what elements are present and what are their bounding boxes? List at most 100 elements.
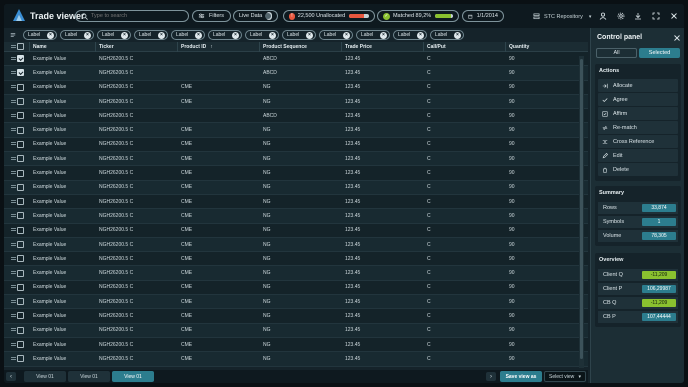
- row-drag-handle[interactable]: [4, 313, 16, 319]
- action-edit-button[interactable]: Edit: [598, 149, 678, 162]
- row-drag-handle[interactable]: [4, 141, 16, 147]
- search-input[interactable]: [91, 13, 181, 19]
- row-drag-handle[interactable]: [4, 213, 16, 219]
- table-row[interactable]: Example Value NGH26200.5 C ABCD 123.45 C 90: [4, 109, 588, 124]
- select-view-dropdown[interactable]: Select view ▾: [544, 371, 586, 382]
- table-row[interactable]: Example Value NGH26200.5 C CME NG 123.45 C 90: [4, 80, 588, 95]
- column-header-product-id[interactable]: Product ID ↑: [177, 42, 259, 52]
- row-checkbox[interactable]: [17, 341, 24, 349]
- tabs-next-button[interactable]: ›: [486, 372, 496, 381]
- filter-tag[interactable]: Label ×: [393, 30, 427, 40]
- row-checkbox[interactable]: [17, 212, 24, 220]
- row-drag-handle[interactable]: [4, 170, 16, 176]
- view-tab[interactable]: View 01: [24, 371, 66, 382]
- row-drag-handle[interactable]: [4, 84, 16, 90]
- row-drag-handle[interactable]: [4, 227, 16, 233]
- row-drag-handle[interactable]: [4, 356, 16, 362]
- tabs-prev-button[interactable]: ‹: [6, 372, 16, 381]
- table-row[interactable]: Example Value NGH26200.5 C CME NG 123.45 C 90: [4, 309, 588, 324]
- column-header-trade-price[interactable]: Trade Price: [341, 42, 423, 52]
- table-row[interactable]: Example Value NGH26200.5 C CME NG 123.45 C 90: [4, 252, 588, 267]
- table-row[interactable]: Example Value NGH26200.5 C CME NG 123.45 C 90: [4, 280, 588, 296]
- remove-tag-icon[interactable]: ×: [158, 31, 165, 39]
- row-drag-handle[interactable]: [4, 327, 16, 333]
- filter-tag[interactable]: Label ×: [23, 30, 57, 40]
- row-checkbox[interactable]: [17, 298, 24, 306]
- row-checkbox[interactable]: [17, 55, 24, 63]
- action-rematch-button[interactable]: Re-match: [598, 121, 678, 134]
- download-button[interactable]: [633, 11, 642, 20]
- table-row[interactable]: Example Value NGH26200.5 C CME NG 123.45 C 90: [4, 295, 588, 310]
- action-cross-reference-button[interactable]: Cross Reference: [598, 135, 678, 148]
- filters-button[interactable]: Filters: [192, 10, 231, 22]
- table-row[interactable]: Example Value NGH26200.5 C CME NG 123.45 C 90: [4, 352, 588, 367]
- remove-tag-icon[interactable]: ×: [47, 31, 54, 39]
- row-checkbox[interactable]: [17, 355, 24, 363]
- live-data-toggle[interactable]: Live Data: [233, 10, 278, 22]
- action-allocate-button[interactable]: Allocate: [598, 79, 678, 92]
- table-row[interactable]: Example Value NGH26200.5 C CME NG 123.45 C 90: [4, 123, 588, 138]
- table-row[interactable]: Example Value NGH26200.5 C CME NG 123.45 C 90: [4, 94, 588, 110]
- scope-all-button[interactable]: All: [596, 48, 637, 58]
- row-checkbox[interactable]: [17, 326, 24, 334]
- table-row[interactable]: Example Value NGH26200.5 C CME NG 123.45 C 90: [4, 194, 588, 210]
- row-checkbox[interactable]: [17, 126, 24, 134]
- table-row[interactable]: Example Value NGH26200.5 C CME NG 123.45 C 90: [4, 266, 588, 281]
- remove-tag-icon[interactable]: ×: [232, 31, 239, 39]
- filter-tag[interactable]: Label ×: [430, 30, 464, 40]
- close-window-button[interactable]: [669, 11, 678, 20]
- remove-tag-icon[interactable]: ×: [343, 31, 350, 39]
- remove-tag-icon[interactable]: ×: [417, 31, 424, 39]
- row-checkbox[interactable]: [17, 226, 24, 234]
- remove-tag-icon[interactable]: ×: [121, 31, 128, 39]
- table-row[interactable]: Example Value NGH26200.5 C CME NG 123.45 C 90: [4, 137, 588, 153]
- table-row[interactable]: Example Value NGH26200.5 C CME NG 123.45 C 90: [4, 180, 588, 195]
- view-tab[interactable]: View 01: [112, 371, 154, 382]
- filter-tag[interactable]: Label ×: [245, 30, 279, 40]
- row-drag-handle[interactable]: [4, 256, 16, 262]
- remove-tag-icon[interactable]: ×: [454, 31, 461, 39]
- table-scrollbar[interactable]: [579, 56, 584, 368]
- row-checkbox[interactable]: [17, 83, 24, 91]
- fullscreen-button[interactable]: [651, 11, 660, 20]
- table-row[interactable]: Example Value NGH26200.5 C CME NG 123.45 C 90: [4, 323, 588, 338]
- row-drag-handle[interactable]: [4, 113, 16, 119]
- view-tab[interactable]: View 01: [68, 371, 110, 382]
- filter-tag[interactable]: Label ×: [319, 30, 353, 40]
- live-data-switch[interactable]: [265, 12, 272, 20]
- row-checkbox[interactable]: [17, 112, 24, 120]
- row-checkbox[interactable]: [17, 198, 24, 206]
- search-box[interactable]: [75, 10, 189, 22]
- row-drag-handle[interactable]: [4, 156, 16, 162]
- row-drag-handle[interactable]: [4, 127, 16, 133]
- table-row[interactable]: Example Value NGH26200.5 C ABCD 123.45 C 90: [4, 66, 588, 81]
- row-checkbox[interactable]: [17, 69, 24, 77]
- remove-tag-icon[interactable]: ×: [195, 31, 202, 39]
- row-drag-handle[interactable]: [4, 56, 16, 62]
- filter-tag[interactable]: Label ×: [282, 30, 316, 40]
- repository-selector[interactable]: STC Repository ▾: [533, 13, 591, 20]
- remove-tag-icon[interactable]: ×: [380, 31, 387, 39]
- row-drag-handle[interactable]: [4, 342, 16, 348]
- table-row[interactable]: Example Value NGH26200.5 C CME NG 123.45 C 90: [4, 337, 588, 353]
- row-drag-handle[interactable]: [4, 284, 16, 290]
- scrollbar-thumb[interactable]: [580, 59, 583, 359]
- filter-tag[interactable]: Label ×: [208, 30, 242, 40]
- action-delete-button[interactable]: Delete: [598, 163, 678, 176]
- row-drag-handle[interactable]: [4, 199, 16, 205]
- table-row[interactable]: Example Value NGH26200.5 C CME NG 123.45 C 90: [4, 209, 588, 224]
- row-checkbox[interactable]: [17, 241, 24, 248]
- date-picker[interactable]: 1/1/2014: [462, 10, 504, 22]
- column-header-quantity[interactable]: Quantity: [505, 42, 582, 52]
- column-header-ticker[interactable]: Ticker: [95, 42, 177, 52]
- unallocated-status[interactable]: ! 22,500 Unallocated: [283, 10, 375, 22]
- row-drag-handle[interactable]: [4, 242, 16, 248]
- action-agree-button[interactable]: Agree: [598, 93, 678, 106]
- table-row[interactable]: Example Value NGH26200.5 C CME NG 123.45 C 90: [4, 152, 588, 167]
- table-row[interactable]: Example Value NGH26200.5 C CME NG 123.45 C 90: [4, 223, 588, 238]
- column-header-name[interactable]: Name: [29, 42, 95, 52]
- settings-button[interactable]: [616, 11, 625, 20]
- row-checkbox[interactable]: [17, 140, 24, 148]
- row-drag-handle[interactable]: [4, 99, 16, 105]
- matched-status[interactable]: ✓ Matched 89,2%: [377, 10, 459, 22]
